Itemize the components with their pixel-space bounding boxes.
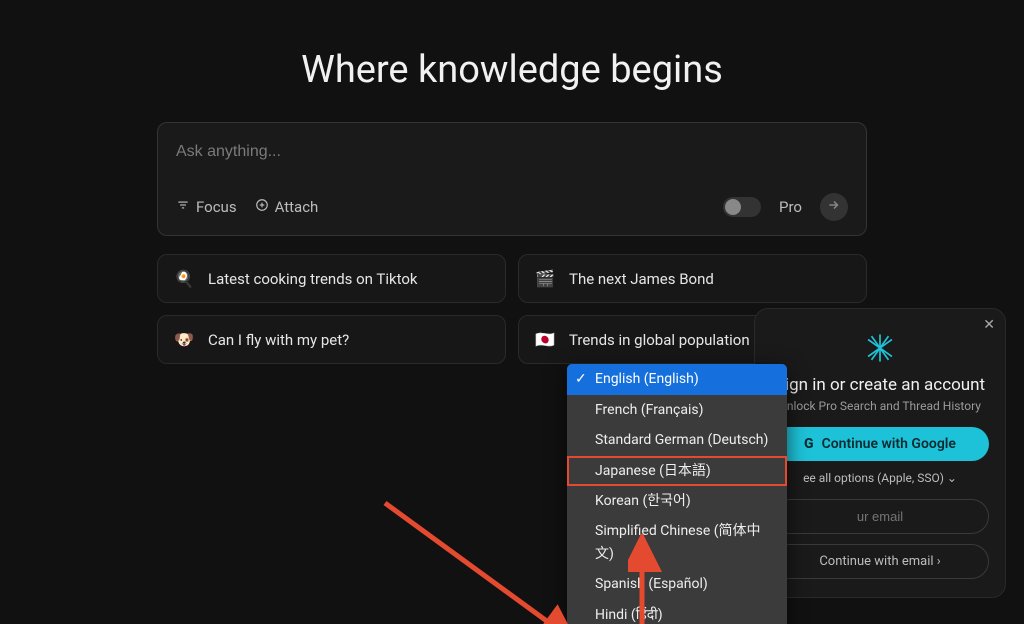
suggestion-card[interactable]: 🐶 Can I fly with my pet? [157,315,506,364]
search-box: Focus Attach Pro [157,122,867,236]
google-btn-label: Continue with Google [822,436,956,452]
suggestion-text: Can I fly with my pet? [208,331,349,349]
continue-with-email-button[interactable]: Continue with email › [771,544,989,579]
language-option[interactable]: Korean (한국어) [567,486,787,516]
suggestion-emoji: 🎬 [535,269,555,288]
suggestion-text: Latest cooking trends on Tiktok [208,270,418,288]
see-all-options-button[interactable]: ee all options (Apple, SSO) ⌄ [771,471,989,485]
chevron-right-icon: › [937,554,941,569]
submit-button[interactable] [820,193,848,221]
signin-subtitle: Unlock Pro Search and Thread History [771,399,989,413]
email-btn-label: Continue with email [819,554,933,569]
arrow-right-icon [827,198,841,216]
google-g-icon: G [804,436,814,452]
language-option[interactable]: Standard German (Deutsch) [567,425,787,455]
close-icon[interactable]: ✕ [983,317,995,333]
focus-icon [176,198,190,216]
toggle-knob [725,199,741,215]
language-option[interactable]: Spanish (Español) [567,569,787,599]
language-option[interactable]: Simplified Chinese (简体中文) [567,516,787,569]
suggestion-card[interactable]: 🍳 Latest cooking trends on Tiktok [157,254,506,303]
suggestion-text: The next James Bond [569,270,714,288]
suggestion-text: Trends in global population [569,331,750,349]
focus-button[interactable]: Focus [176,198,237,216]
suggestion-card[interactable]: 🎬 The next James Bond [518,254,867,303]
perplexity-logo [863,331,897,365]
focus-label: Focus [196,198,237,216]
page-title: Where knowledge begins [0,48,1024,92]
pro-label: Pro [779,198,802,216]
language-option[interactable]: French (Français) [567,395,787,425]
suggestion-emoji: 🇯🇵 [535,330,555,349]
signin-panel: ✕ Sign in or create an account Unlock Pr… [754,308,1006,598]
email-field[interactable] [771,499,989,534]
language-option[interactable]: English (English) [567,364,787,394]
language-option[interactable]: Japanese (日本語) [567,456,787,486]
plus-circle-icon [255,198,269,216]
suggestion-emoji: 🐶 [174,330,194,349]
attach-button[interactable]: Attach [255,198,319,216]
attach-label: Attach [275,198,319,216]
continue-with-google-button[interactable]: G Continue with Google [771,427,989,461]
search-controls: Focus Attach Pro [176,193,848,221]
signin-title: Sign in or create an account [771,375,989,395]
suggestion-emoji: 🍳 [174,269,194,288]
language-dropdown: English (English)French (Français)Standa… [567,364,787,624]
see-all-label: ee all options (Apple, SSO) [803,471,944,485]
language-option[interactable]: Hindi (हिंदी) [567,600,787,624]
pro-toggle[interactable] [723,197,761,217]
chevron-down-icon: ⌄ [947,471,957,485]
search-input[interactable] [176,143,848,161]
